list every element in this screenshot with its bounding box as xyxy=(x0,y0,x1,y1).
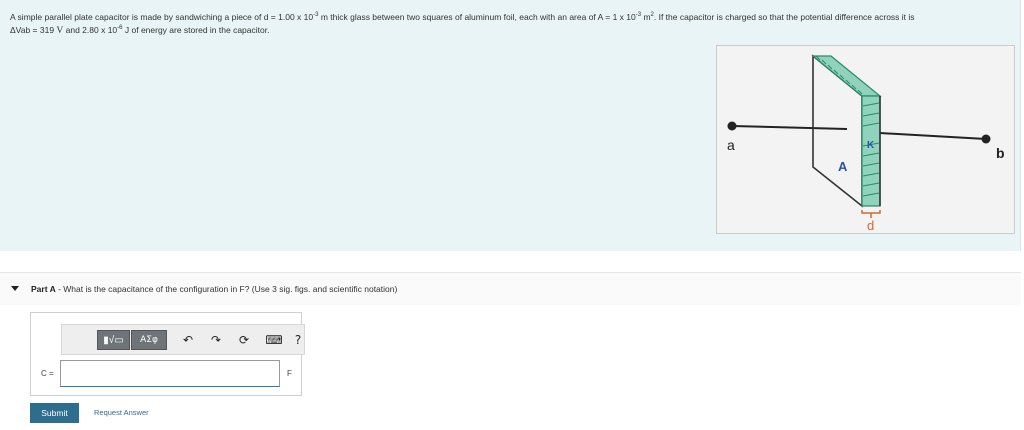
submit-button[interactable]: Submit xyxy=(30,403,79,423)
help-icon[interactable]: ? xyxy=(290,332,306,348)
request-answer-link[interactable]: Request Answer xyxy=(94,408,149,417)
terminal-a-dot xyxy=(727,121,737,131)
area-label: A xyxy=(838,159,848,174)
part-a-title: Part A - What is the capacitance of the … xyxy=(31,284,397,294)
answer-input[interactable] xyxy=(60,360,280,387)
reset-icon[interactable]: ⟳ xyxy=(236,332,252,348)
unit-label: F xyxy=(287,369,292,378)
thickness-d-label: d xyxy=(867,218,874,233)
part-a-label: Part A xyxy=(31,284,56,294)
terminal-b-label: b xyxy=(996,145,1005,161)
part-a-question: - What is the capacitance of the configu… xyxy=(55,284,398,294)
problem-text-1: A simple parallel plate capacitor is mad… xyxy=(10,12,314,22)
fraction-sqrt-button[interactable]: ▮√▭ xyxy=(97,330,130,350)
terminal-b-dot xyxy=(981,134,991,144)
problem-text-5: ΔVab = 319 xyxy=(10,25,57,35)
dielectric-k-label: K xyxy=(867,140,875,151)
greek-symbols-button[interactable]: ΑΣφ xyxy=(131,330,167,350)
variable-label: C = xyxy=(41,369,54,378)
problem-text-7: J of energy are stored in the capacitor. xyxy=(122,25,270,35)
left-wire xyxy=(731,125,848,130)
glass-front xyxy=(861,95,881,207)
terminal-a-label: a xyxy=(727,137,735,153)
keyboard-icon[interactable]: ⌨ xyxy=(264,332,284,348)
problem-text-4: . If the capacitor is charged so that th… xyxy=(653,12,915,22)
problem-text-6: and 2.80 x 10 xyxy=(63,25,118,35)
collapse-triangle-icon[interactable] xyxy=(11,286,19,291)
right-wire xyxy=(879,132,987,140)
redo-icon[interactable]: ↷ xyxy=(208,332,224,348)
math-toolbar: ▮√▭ ΑΣφ ↶ ↷ ⟳ ⌨ ? xyxy=(61,324,305,355)
capacitor-drawing: a b A K d xyxy=(727,54,1005,233)
thickness-bracket xyxy=(861,210,881,218)
problem-text-3: m xyxy=(641,12,651,22)
capacitor-figure: a b A K d xyxy=(716,45,1015,234)
fraction-sqrt-icon: ▮√▭ xyxy=(103,334,124,346)
problem-text-2: m thick glass between two squares of alu… xyxy=(318,12,636,22)
part-a-header[interactable]: Part A - What is the capacitance of the … xyxy=(0,272,1021,305)
problem-panel: A simple parallel plate capacitor is mad… xyxy=(0,0,1021,251)
problem-statement: A simple parallel plate capacitor is mad… xyxy=(10,11,1016,38)
answer-box: ▮√▭ ΑΣφ ↶ ↷ ⟳ ⌨ ? C = F xyxy=(30,312,305,396)
greek-symbols-label: ΑΣφ xyxy=(140,335,158,345)
undo-icon[interactable]: ↶ xyxy=(180,332,196,348)
glass-top xyxy=(811,55,882,97)
